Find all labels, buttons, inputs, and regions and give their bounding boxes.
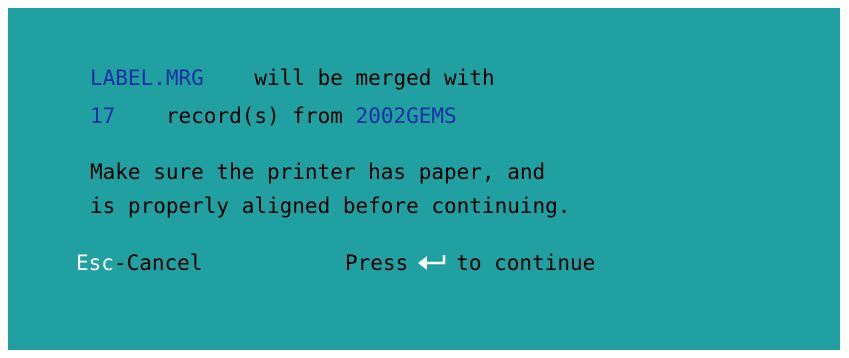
enter-key-icon — [418, 255, 446, 270]
records-from-text: record(s) from — [165, 104, 343, 128]
record-count: 17 — [90, 104, 116, 128]
merge-source-line: 17 record(s) from 2002GEMS — [90, 103, 457, 129]
esc-cancel-hint[interactable]: Esc-Cancel — [76, 250, 202, 276]
instruction-line-1: Make sure the printer has paper, and — [90, 160, 546, 184]
instruction-line-2: is properly aligned before continuing. — [90, 194, 571, 218]
esc-key-label: Esc — [76, 251, 114, 275]
dialog-footer: Esc-Cancel Press to continue — [76, 250, 595, 354]
continue-label: to continue — [456, 251, 596, 275]
cancel-label: -Cancel — [113, 251, 203, 275]
target-filename: LABEL.MRG — [90, 66, 204, 90]
press-enter-hint[interactable]: Press to continue — [345, 250, 595, 276]
merged-with-text: will be merged with — [254, 66, 495, 90]
merge-target-line: LABEL.MRG will be merged with — [90, 65, 495, 91]
merge-print-dialog: LABEL.MRG will be merged with 17 record(… — [8, 8, 840, 350]
source-database: 2002GEMS — [355, 104, 457, 128]
press-label: Press — [345, 251, 409, 275]
